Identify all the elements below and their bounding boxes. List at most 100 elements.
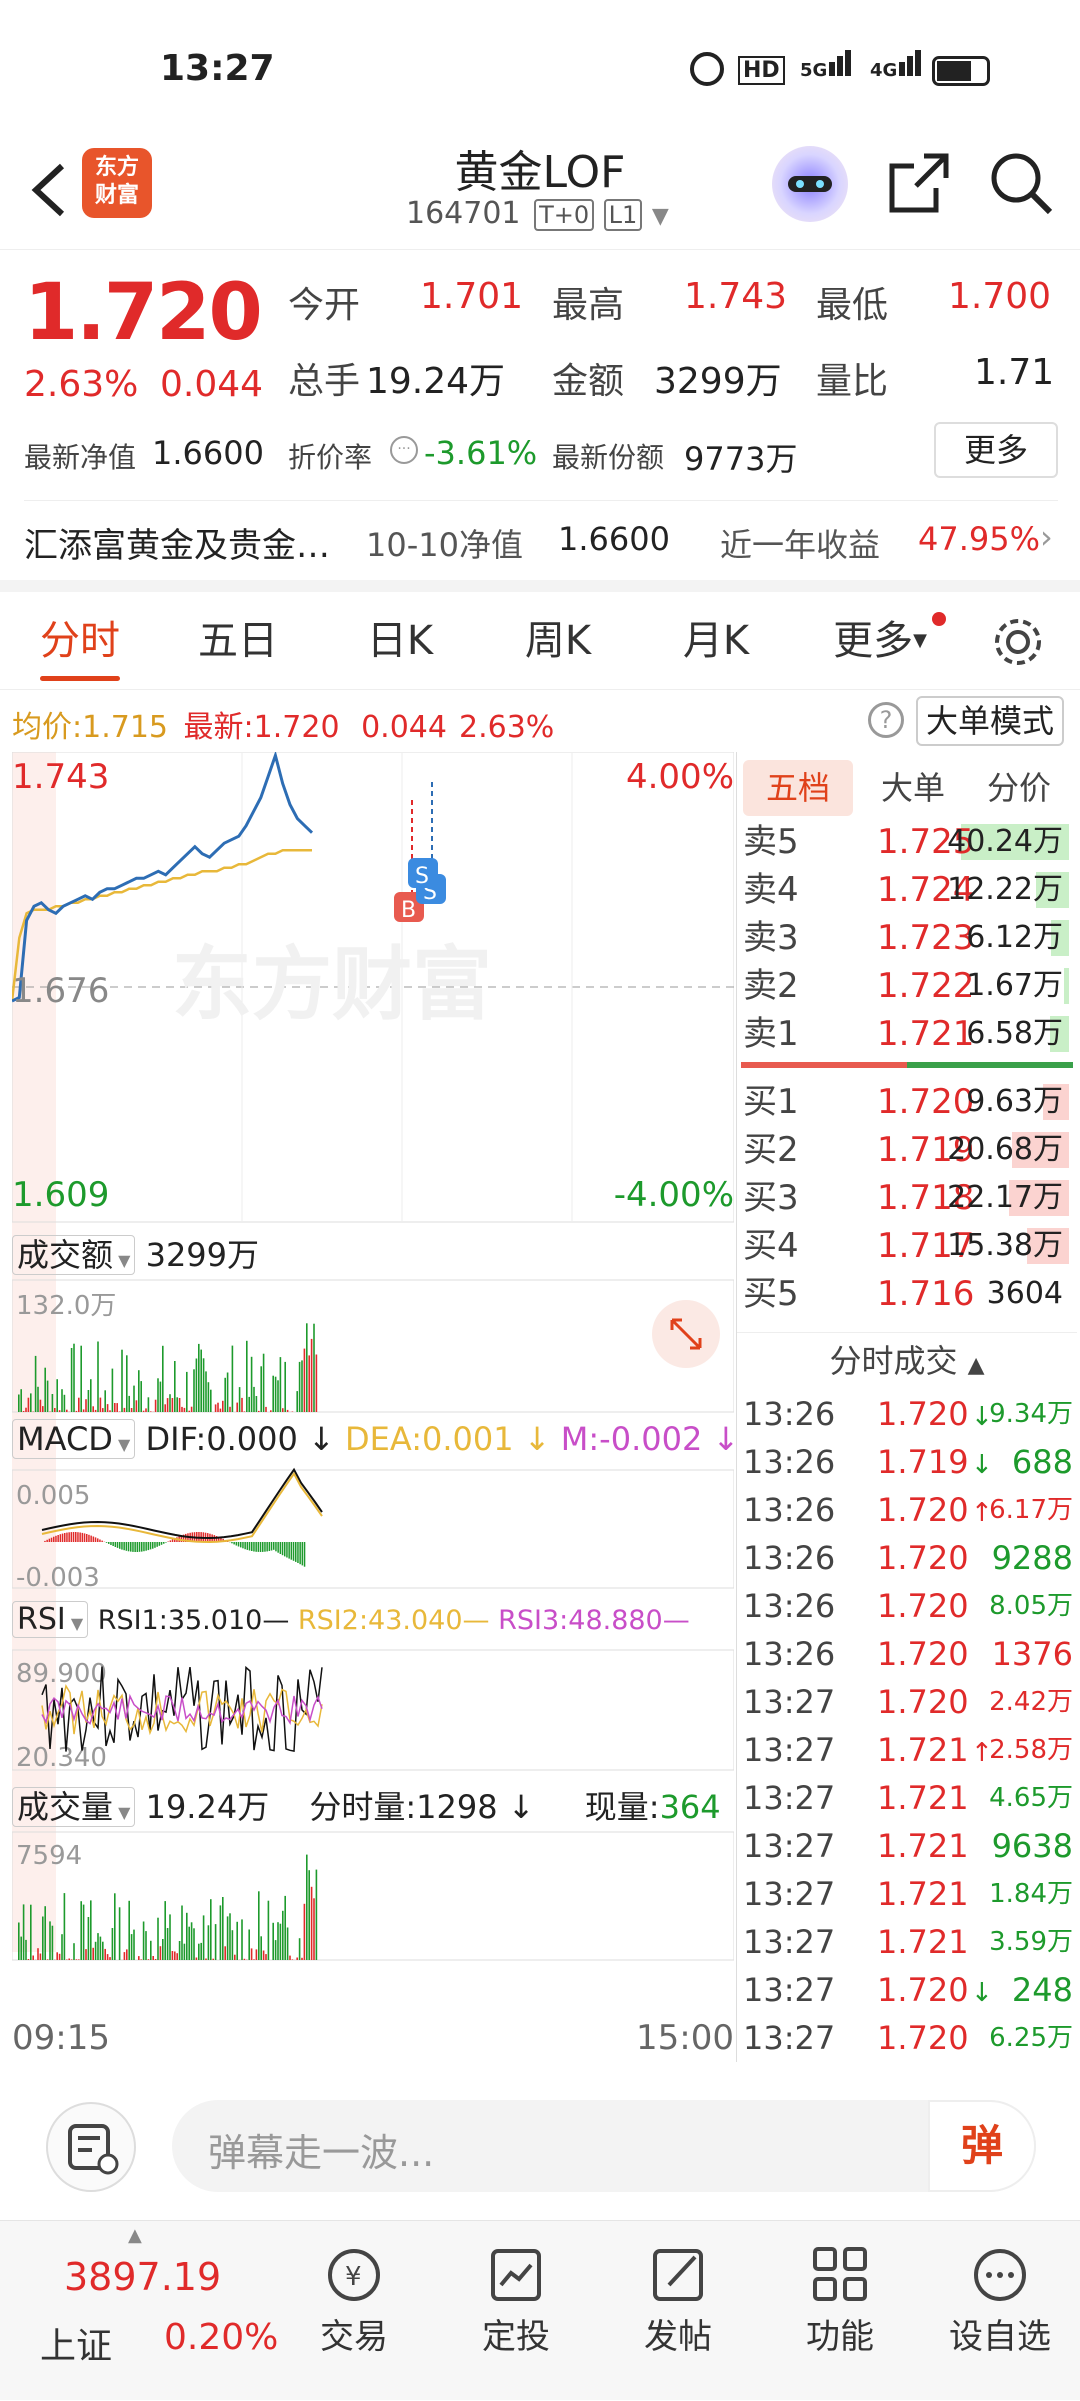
macd-bar — [51, 1538, 53, 1542]
trade-price: 1.719 — [877, 1438, 969, 1486]
volume-bar — [30, 1905, 32, 1960]
volume-bar — [150, 1941, 152, 1960]
more-button[interactable]: 更多 — [934, 422, 1058, 478]
info-icon[interactable]: ··· — [390, 436, 418, 464]
volume-axis-max: 7594 — [16, 1841, 82, 1871]
tab-big-order[interactable]: 大单 — [863, 760, 963, 816]
danmu-input[interactable]: 弹幕走一波... — [172, 2100, 1036, 2192]
yield-label: 近一年收益 — [720, 520, 880, 566]
volume-bar — [229, 1913, 231, 1960]
help-icon[interactable]: ? — [868, 702, 904, 738]
tab-daily-k[interactable]: 日K — [340, 592, 460, 690]
trades-title[interactable]: 分时成交 ▲ — [737, 1336, 1077, 1382]
turnover-bar — [270, 1410, 272, 1412]
index-pct[interactable]: 0.20% — [164, 2317, 278, 2358]
volume-selector[interactable]: 成交量 ▼ — [12, 1787, 135, 1827]
turnover-bar — [224, 1378, 226, 1412]
macd-bar — [75, 1532, 77, 1542]
turnover-bar — [121, 1350, 123, 1412]
turnover-bar — [275, 1377, 277, 1412]
back-icon[interactable] — [22, 158, 82, 218]
volume-bar — [176, 1953, 178, 1960]
nav-add-watchlist[interactable]: 设自选 — [920, 2221, 1080, 2401]
volume-bar — [131, 1934, 133, 1960]
yield-value[interactable]: 47.95% — [918, 520, 1040, 558]
tab-more[interactable]: 更多▼ — [820, 592, 940, 690]
index-value[interactable]: 3897.19 — [64, 2255, 221, 2299]
ai-assistant-icon[interactable] — [772, 146, 848, 222]
chevron-up-icon[interactable]: ▲ — [128, 2225, 142, 2246]
macd-bar — [55, 1536, 57, 1542]
volume-bar — [258, 1891, 260, 1960]
trade-row: 13:271.7214.65万 — [737, 1774, 1077, 1822]
danmu-button[interactable]: 弹 — [928, 2100, 1036, 2192]
trade-row: 13:261.720↑6.17万 — [737, 1486, 1077, 1534]
eastmoney-logo[interactable]: 东方财富 — [82, 148, 152, 218]
search-icon[interactable] — [986, 148, 1056, 218]
turnover-bar — [95, 1410, 97, 1412]
volume-bar — [292, 1959, 294, 1960]
trade-price: 1.720 — [877, 1582, 969, 1630]
nav-functions[interactable]: 功能 — [760, 2221, 920, 2401]
turnover-bar — [232, 1346, 234, 1412]
edit-icon — [643, 2245, 713, 2305]
rsi-header: RSI ▼ RSI1:35.010— RSI2:43.040— RSI3:48.… — [12, 1602, 690, 1637]
macd-bar — [84, 1533, 86, 1542]
turnover-bar — [239, 1387, 241, 1412]
turnover-selector[interactable]: 成交额 ▼ — [12, 1235, 135, 1275]
page-title: 黄金LOF — [340, 136, 740, 200]
tab-5day[interactable]: 五日 — [178, 592, 298, 690]
turnover-bar — [85, 1399, 87, 1412]
level-price: 1.720 — [877, 1078, 974, 1126]
index-name[interactable]: 上证 — [40, 2317, 112, 2369]
nav-post[interactable]: 发帖 — [598, 2221, 758, 2401]
trade-volume: 8.05万 — [989, 1582, 1073, 1630]
macd-bar — [273, 1542, 275, 1550]
turnover-bar — [150, 1411, 152, 1412]
settings-gear-icon[interactable] — [990, 614, 1046, 670]
level-volume: 9.63万 — [966, 1078, 1063, 1126]
turnover-bar — [23, 1411, 25, 1412]
trade-time: 13:27 — [743, 1966, 835, 2014]
volume-bar — [188, 1927, 190, 1960]
fund-name[interactable]: 汇添富黄金及贵金… — [24, 518, 344, 567]
trade-row: 13:271.7211.84万 — [737, 1870, 1077, 1918]
trade-price: 1.721 — [877, 1822, 969, 1870]
tab-five-level[interactable]: 五档 — [743, 760, 853, 816]
share-icon[interactable] — [884, 148, 954, 218]
level-label: 买1 — [743, 1078, 799, 1126]
volume-bar — [109, 1957, 111, 1960]
turnover-bar — [126, 1355, 128, 1412]
volume-bar — [220, 1905, 222, 1960]
macd-bar — [119, 1542, 121, 1549]
tab-weekly-k[interactable]: 周K — [498, 592, 618, 690]
macd-bar — [71, 1532, 73, 1542]
turnover-bar — [102, 1408, 104, 1412]
big-order-mode-button[interactable]: 大单模式 — [916, 696, 1064, 746]
turnover-bar — [256, 1396, 258, 1412]
turnover-bar — [128, 1396, 130, 1412]
volume-bar — [107, 1954, 109, 1960]
level-price: 1.722 — [877, 962, 974, 1010]
macd-bar — [304, 1542, 306, 1567]
macd-bar — [121, 1542, 123, 1550]
macd-bar — [163, 1542, 165, 1544]
comment-list-icon[interactable] — [46, 2102, 136, 2192]
turnover-bar — [172, 1398, 174, 1412]
turnover-bar — [18, 1395, 20, 1413]
tab-monthly-k[interactable]: 月K — [656, 592, 776, 690]
turnover-bar — [167, 1398, 169, 1412]
rsi-selector[interactable]: RSI ▼ — [12, 1601, 88, 1638]
nav-fixed-invest[interactable]: 定投 — [436, 2221, 596, 2401]
macd-bar — [165, 1542, 167, 1543]
macd-selector[interactable]: MACD ▼ — [12, 1419, 135, 1459]
nav-trade[interactable]: ¥ 交易 — [274, 2221, 434, 2401]
tab-price-dist[interactable]: 分价 — [969, 760, 1069, 816]
macd-bar — [161, 1542, 163, 1545]
volume-bar — [28, 1959, 30, 1960]
trade-row: 13:271.7213.59万 — [737, 1918, 1077, 1966]
intraday-chart[interactable]: 东方财富 B S S 1.743 1.676 1.609 4.00% -4.00… — [12, 752, 734, 2032]
high-value: 1.743 — [684, 276, 787, 317]
volume-bar — [253, 1959, 255, 1960]
trade-row: 13:261.7209288 — [737, 1534, 1077, 1582]
